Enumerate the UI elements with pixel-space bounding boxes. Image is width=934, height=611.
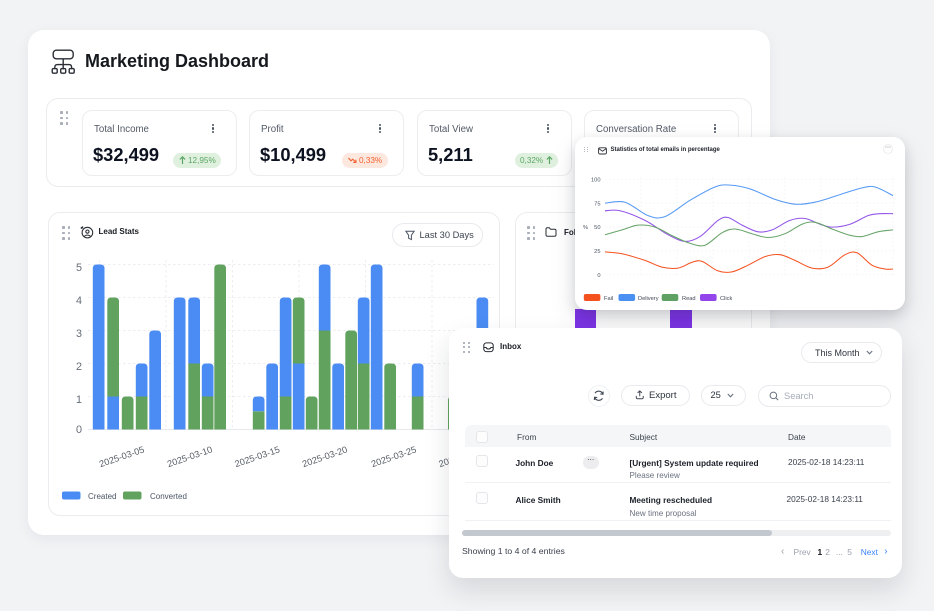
- svg-text:%: %: [583, 225, 588, 231]
- svg-text:Created: Created: [88, 492, 116, 501]
- svg-text:Fail: Fail: [604, 296, 613, 302]
- svg-text:Converted: Converted: [150, 492, 187, 501]
- svg-text:5: 5: [76, 262, 82, 274]
- svg-text:2025-03-25: 2025-03-25: [370, 444, 418, 469]
- svg-text:50: 50: [594, 225, 600, 231]
- svg-text:Delivery: Delivery: [638, 296, 659, 302]
- svg-text:1: 1: [76, 394, 82, 406]
- svg-text:75: 75: [594, 201, 600, 207]
- svg-text:0: 0: [76, 424, 82, 436]
- svg-text:100: 100: [591, 177, 601, 183]
- svg-text:2025-03-10: 2025-03-10: [166, 444, 214, 469]
- svg-text:4: 4: [76, 295, 82, 307]
- svg-text:Read: Read: [682, 296, 696, 302]
- svg-text:Click: Click: [720, 296, 732, 302]
- svg-text:2025-03-20: 2025-03-20: [301, 444, 349, 469]
- svg-text:2: 2: [76, 361, 82, 373]
- svg-text:2025-03-05: 2025-03-05: [98, 444, 146, 469]
- svg-text:0: 0: [597, 273, 600, 279]
- svg-text:25: 25: [594, 249, 600, 255]
- svg-text:2025-03-15: 2025-03-15: [233, 444, 281, 469]
- svg-text:3: 3: [76, 328, 82, 340]
